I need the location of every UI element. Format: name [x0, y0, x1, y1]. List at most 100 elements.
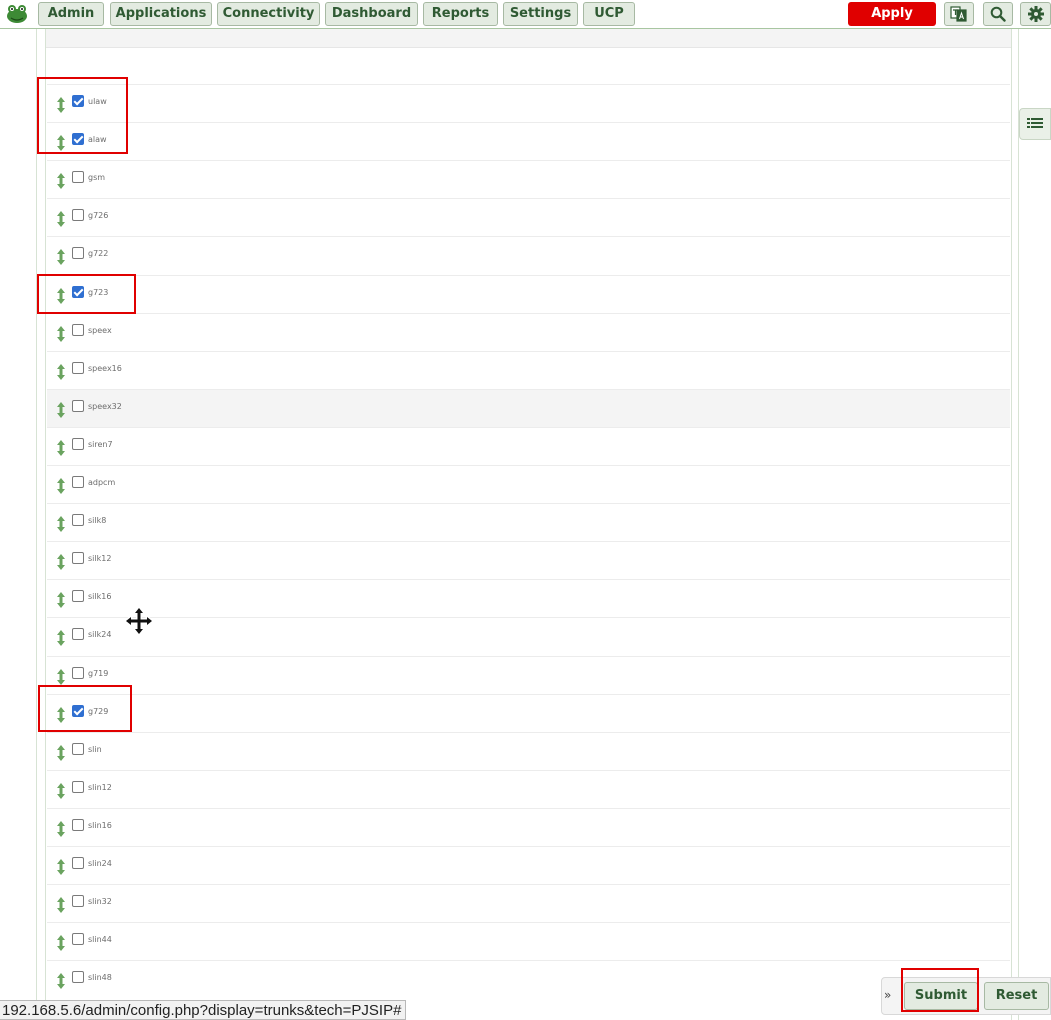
sidebar-toggle[interactable] — [1019, 108, 1051, 140]
drag-sort-icon[interactable] — [56, 897, 66, 913]
codec-row[interactable]: speex32 — [47, 389, 1010, 427]
codec-row[interactable]: g723 — [47, 275, 1010, 313]
codec-checkbox[interactable] — [72, 590, 84, 602]
codec-label: g722 — [88, 249, 109, 258]
codec-checkbox[interactable] — [72, 476, 84, 488]
codec-label: silk12 — [88, 554, 112, 563]
codec-checkbox[interactable] — [72, 247, 84, 259]
drag-sort-icon[interactable] — [56, 364, 66, 380]
highlight-ulaw-alaw — [37, 77, 128, 154]
codec-checkbox[interactable] — [72, 209, 84, 221]
codec-checkbox[interactable] — [72, 933, 84, 945]
nav-connectivity[interactable]: Connectivity — [217, 2, 320, 26]
codec-label: g719 — [88, 669, 109, 678]
codec-checkbox[interactable] — [72, 514, 84, 526]
codec-row[interactable]: slin24 — [47, 846, 1010, 884]
drag-sort-icon[interactable] — [56, 745, 66, 761]
drag-sort-icon[interactable] — [56, 402, 66, 418]
codec-row[interactable]: g729 — [47, 694, 1010, 732]
list-icon — [1027, 118, 1043, 128]
drag-sort-icon[interactable] — [56, 554, 66, 570]
drag-sort-icon[interactable] — [56, 440, 66, 456]
codec-checkbox[interactable] — [72, 324, 84, 336]
codec-row[interactable]: slin44 — [47, 922, 1010, 960]
frog-logo-icon[interactable] — [5, 3, 29, 25]
codec-checkbox[interactable] — [72, 743, 84, 755]
drag-sort-icon[interactable] — [56, 249, 66, 265]
codec-checkbox[interactable] — [72, 628, 84, 640]
codec-row[interactable]: slin32 — [47, 884, 1010, 922]
drag-sort-icon[interactable] — [56, 592, 66, 608]
drag-sort-icon[interactable] — [56, 478, 66, 494]
nav-dashboard[interactable]: Dashboard — [325, 2, 418, 26]
nav-settings[interactable]: Settings — [503, 2, 578, 26]
codec-checkbox[interactable] — [72, 171, 84, 183]
nav-admin[interactable]: Admin — [38, 2, 104, 26]
codec-row[interactable]: silk24 — [47, 617, 1010, 655]
drag-sort-icon[interactable] — [56, 973, 66, 989]
codec-label: slin44 — [88, 935, 112, 944]
language-button[interactable] — [944, 2, 974, 26]
frame-border-left — [36, 29, 37, 1020]
codec-label: silk24 — [88, 630, 112, 639]
settings-button[interactable] — [1020, 2, 1051, 26]
codec-row[interactable]: slin — [47, 732, 1010, 770]
codec-checkbox[interactable] — [72, 857, 84, 869]
codec-row[interactable]: adpcm — [47, 465, 1010, 503]
codec-label: adpcm — [88, 478, 116, 487]
codec-row[interactable]: gsm — [47, 160, 1010, 198]
codec-row[interactable]: alaw — [47, 122, 1010, 160]
codec-label: siren7 — [88, 440, 113, 449]
drag-sort-icon[interactable] — [56, 173, 66, 189]
nav-ucp[interactable]: UCP — [583, 2, 635, 26]
drag-sort-icon[interactable] — [56, 669, 66, 685]
drag-sort-icon[interactable] — [56, 211, 66, 227]
apply-config-button[interactable]: Apply Config — [848, 2, 936, 45]
codec-row[interactable]: g719 — [47, 656, 1010, 694]
highlight-g729 — [38, 685, 132, 732]
drag-sort-icon[interactable] — [56, 859, 66, 875]
nav-reports[interactable]: Reports — [423, 2, 498, 26]
codec-row[interactable]: slin16 — [47, 808, 1010, 846]
drag-sort-icon[interactable] — [56, 326, 66, 342]
codec-row[interactable]: silk12 — [47, 541, 1010, 579]
codec-label: silk16 — [88, 592, 112, 601]
codec-checkbox[interactable] — [72, 438, 84, 450]
search-icon — [990, 6, 1006, 22]
codec-checkbox[interactable] — [72, 362, 84, 374]
codec-row[interactable]: g726 — [47, 198, 1010, 236]
codec-checkbox[interactable] — [72, 667, 84, 679]
codec-label: g726 — [88, 211, 109, 220]
codec-row[interactable]: silk16 — [47, 579, 1010, 617]
codec-label: slin48 — [88, 973, 112, 982]
codec-checkbox[interactable] — [72, 781, 84, 793]
drag-sort-icon[interactable] — [56, 821, 66, 837]
codec-row[interactable]: silk8 — [47, 503, 1010, 541]
move-cursor-icon — [124, 606, 154, 636]
frame-border-right — [1018, 29, 1019, 1020]
codec-checkbox[interactable] — [72, 895, 84, 907]
drag-sort-icon[interactable] — [56, 783, 66, 799]
drag-sort-icon[interactable] — [56, 516, 66, 532]
drag-sort-icon[interactable] — [56, 630, 66, 646]
codec-row[interactable]: g722 — [47, 236, 1010, 274]
reset-button[interactable]: Reset — [984, 982, 1049, 1010]
codec-row[interactable]: speex — [47, 313, 1010, 351]
language-icon — [950, 6, 967, 22]
codec-checkbox[interactable] — [72, 819, 84, 831]
codec-row[interactable]: siren7 — [47, 427, 1010, 465]
codec-checkbox[interactable] — [72, 971, 84, 983]
codec-row[interactable]: slin12 — [47, 770, 1010, 808]
codec-label: silk8 — [88, 516, 107, 525]
drag-sort-icon[interactable] — [56, 935, 66, 951]
nav-applications[interactable]: Applications — [110, 2, 212, 26]
codec-label: slin24 — [88, 859, 112, 868]
search-button[interactable] — [983, 2, 1013, 26]
codec-row[interactable]: speex16 — [47, 351, 1010, 389]
frame-border-left-inner — [45, 29, 46, 1020]
codec-row[interactable]: slin48 — [47, 960, 1010, 998]
codec-checkbox[interactable] — [72, 552, 84, 564]
codec-checkbox[interactable] — [72, 400, 84, 412]
codec-row[interactable]: ulaw — [47, 84, 1010, 122]
collapse-action-bar-icon[interactable]: » — [884, 988, 891, 1002]
